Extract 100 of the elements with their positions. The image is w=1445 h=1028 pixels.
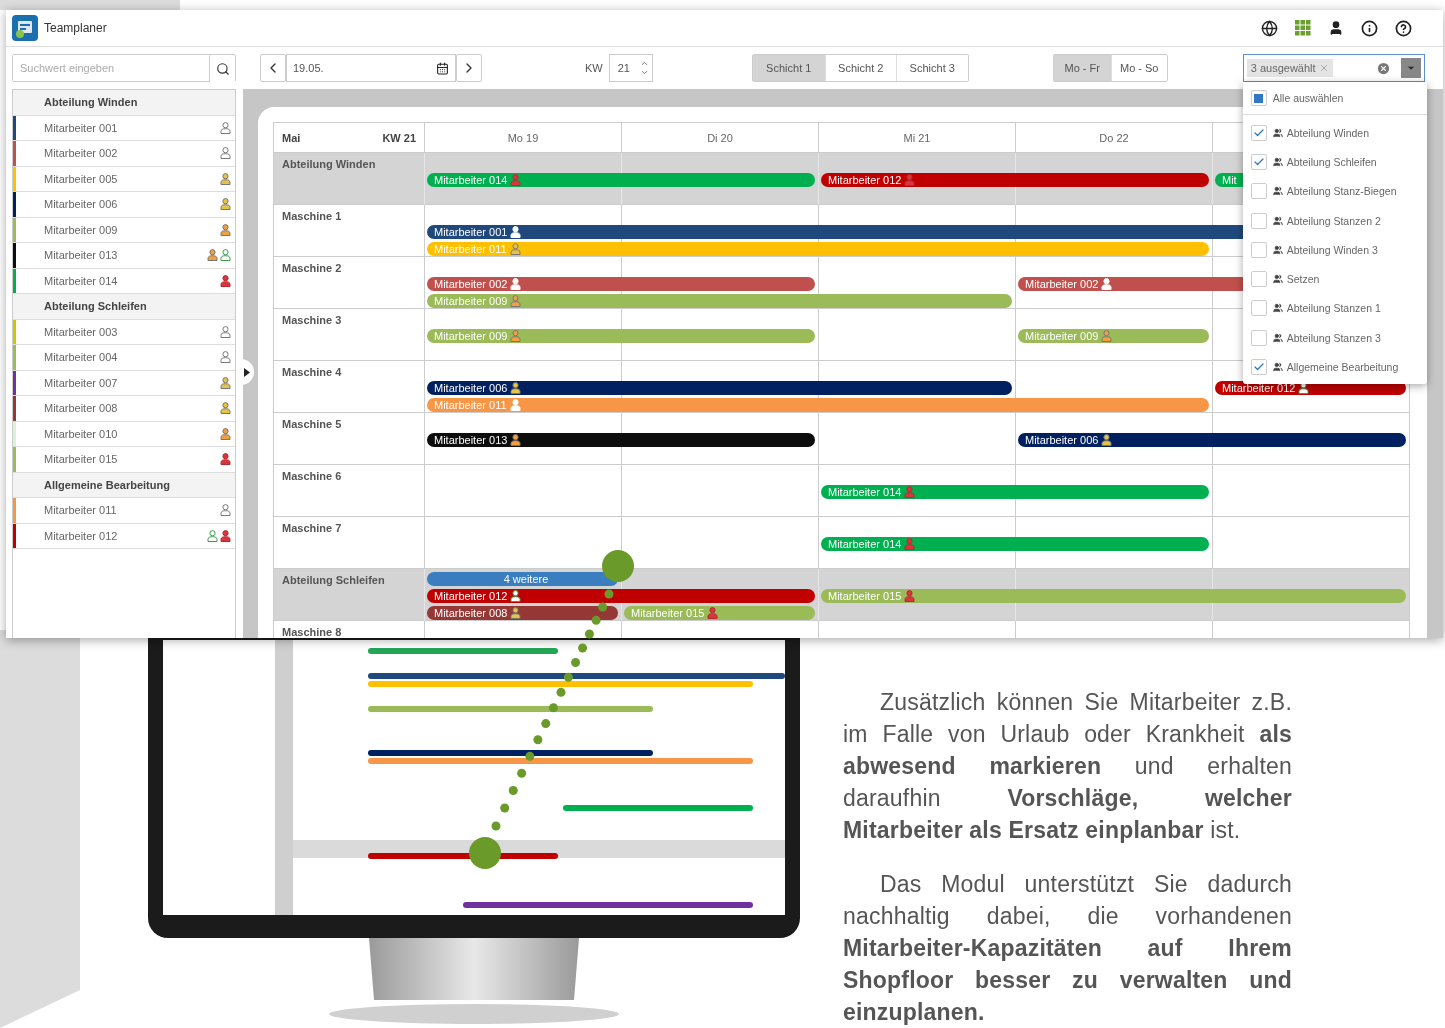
dropdown-button[interactable] bbox=[1400, 58, 1421, 78]
employee-name[interactable]: Mitarbeiter 013 bbox=[44, 249, 118, 262]
department-option[interactable]: Abteilung Schleifen bbox=[1242, 147, 1427, 177]
employee-name[interactable]: Mitarbeiter 007 bbox=[44, 376, 118, 389]
employee-name[interactable]: Mitarbeiter 001 bbox=[44, 121, 118, 134]
person-icon bbox=[510, 295, 522, 307]
shift-bar[interactable]: Mitarbeiter 002 bbox=[427, 277, 815, 291]
search-field[interactable]: Suchwert eingeben bbox=[12, 54, 236, 82]
grid-icon[interactable] bbox=[1295, 20, 1311, 36]
person-icon bbox=[220, 172, 231, 185]
employee-name[interactable]: Mitarbeiter 009 bbox=[44, 223, 118, 236]
employee-name[interactable]: Mitarbeiter 014 bbox=[44, 274, 118, 287]
person-icon bbox=[904, 486, 916, 498]
previous-button[interactable] bbox=[260, 54, 286, 82]
app-title: Teamplaner bbox=[44, 21, 107, 35]
person-icon bbox=[904, 538, 916, 550]
row-label: Maschine 4 bbox=[282, 366, 343, 378]
help-icon[interactable] bbox=[1395, 19, 1412, 37]
checkbox[interactable] bbox=[1250, 153, 1267, 170]
employee-name[interactable]: Mitarbeiter 003 bbox=[44, 325, 118, 338]
day-range-tab[interactable]: Mo - Fr bbox=[1053, 55, 1111, 81]
person-icon bbox=[510, 382, 522, 394]
checkbox[interactable] bbox=[1250, 124, 1267, 141]
person-icon bbox=[220, 351, 231, 364]
row-label: Maschine 7 bbox=[282, 522, 343, 534]
checkbox[interactable] bbox=[1250, 359, 1267, 375]
expand-toggle[interactable] bbox=[240, 359, 254, 385]
more-shifts-bar[interactable]: 4 weitere bbox=[427, 572, 618, 586]
checkbox[interactable] bbox=[1250, 212, 1267, 229]
caret-icon bbox=[1405, 63, 1416, 73]
person-icon bbox=[707, 607, 719, 619]
shift-bar[interactable]: Mitarbeiter 012 bbox=[821, 173, 1209, 187]
person-icon bbox=[1101, 278, 1113, 290]
shift-bar[interactable]: Mitarbeiter 012 bbox=[427, 589, 815, 603]
row-label: Maschine 8 bbox=[282, 626, 343, 638]
department-option[interactable]: Abteilung Winden bbox=[1242, 118, 1427, 148]
day-header: Mo 19 bbox=[507, 131, 539, 144]
person-icon bbox=[220, 376, 231, 389]
person-icon bbox=[220, 427, 231, 440]
employee-name[interactable]: Mitarbeiter 006 bbox=[44, 198, 118, 211]
person-icon bbox=[220, 504, 231, 517]
employee-name[interactable]: Mitarbeiter 010 bbox=[44, 427, 118, 440]
checkbox[interactable] bbox=[1250, 241, 1267, 258]
group-icon bbox=[1272, 156, 1283, 167]
selection-chip[interactable]: 3 ausgewählt bbox=[1246, 59, 1333, 77]
row-label: Abteilung Winden bbox=[282, 158, 377, 170]
department-option[interactable]: Abteilung Stanzen 3 bbox=[1242, 323, 1427, 353]
person-icon bbox=[220, 325, 231, 338]
globe-icon[interactable] bbox=[1261, 19, 1278, 37]
day-header: Di 20 bbox=[707, 131, 733, 144]
group-icon bbox=[1272, 186, 1283, 197]
next-button[interactable] bbox=[456, 54, 482, 82]
row-label: Maschine 3 bbox=[282, 314, 343, 326]
person-icon bbox=[220, 198, 231, 211]
shift-bar[interactable]: Mitarbeiter 006 bbox=[427, 381, 1012, 395]
person-icon bbox=[510, 607, 522, 619]
group-icon bbox=[1272, 303, 1283, 314]
user-icon[interactable] bbox=[1328, 20, 1344, 36]
day-range-tab[interactable]: Mo - So bbox=[1110, 55, 1167, 81]
shift-tab[interactable]: Schicht 1 bbox=[752, 55, 825, 81]
callout-dot bbox=[469, 837, 501, 869]
search-button[interactable] bbox=[209, 55, 235, 83]
date-field[interactable]: 19.05. bbox=[286, 54, 456, 82]
department-option[interactable]: Abteilung Stanzen 1 bbox=[1242, 293, 1427, 324]
search-icon bbox=[215, 62, 230, 76]
employee-name[interactable]: Mitarbeiter 004 bbox=[44, 351, 118, 364]
person-icon bbox=[220, 529, 231, 542]
employee-name[interactable]: Mitarbeiter 008 bbox=[44, 402, 118, 415]
shift-bar[interactable]: Mitarbeiter 013 bbox=[427, 433, 815, 447]
employee-name[interactable]: Mitarbeiter 002 bbox=[44, 147, 118, 160]
checkbox[interactable] bbox=[1250, 90, 1267, 106]
group-icon bbox=[1272, 244, 1283, 255]
person-icon bbox=[220, 147, 231, 160]
week-spinner[interactable]: 21 bbox=[608, 54, 653, 82]
checkmark-icon bbox=[1252, 361, 1265, 373]
checkbox[interactable] bbox=[1250, 183, 1267, 200]
person-icon bbox=[510, 590, 522, 602]
checkbox[interactable] bbox=[1250, 300, 1267, 317]
clear-icon[interactable] bbox=[1375, 60, 1391, 76]
person-icon bbox=[904, 590, 916, 602]
group-icon bbox=[1272, 127, 1283, 138]
shift-bar[interactable]: Mitarbeiter 008 bbox=[427, 606, 618, 620]
checkbox[interactable] bbox=[1250, 329, 1267, 346]
week-label: KW bbox=[585, 62, 603, 74]
person-icon bbox=[1101, 434, 1113, 446]
checkbox[interactable] bbox=[1250, 271, 1267, 288]
person-icon bbox=[510, 330, 522, 342]
person-icon bbox=[220, 249, 231, 262]
employee-name[interactable]: Mitarbeiter 015 bbox=[44, 453, 118, 466]
employee-name[interactable]: Mitarbeiter 012 bbox=[44, 529, 118, 542]
person-icon bbox=[904, 174, 916, 186]
employee-name[interactable]: Mitarbeiter 005 bbox=[44, 172, 118, 185]
person-icon bbox=[510, 278, 522, 290]
employee-name[interactable]: Mitarbeiter 011 bbox=[44, 504, 117, 517]
shift-tab[interactable]: Schicht 3 bbox=[895, 55, 968, 81]
calendar-icon[interactable] bbox=[436, 61, 449, 75]
row-label: Maschine 2 bbox=[282, 262, 343, 274]
shift-bar[interactable]: Mitarbeiter 006 bbox=[1018, 433, 1406, 447]
info-icon[interactable] bbox=[1361, 19, 1378, 37]
department-option[interactable]: Abteilung Stanz-Biegen bbox=[1242, 176, 1427, 206]
